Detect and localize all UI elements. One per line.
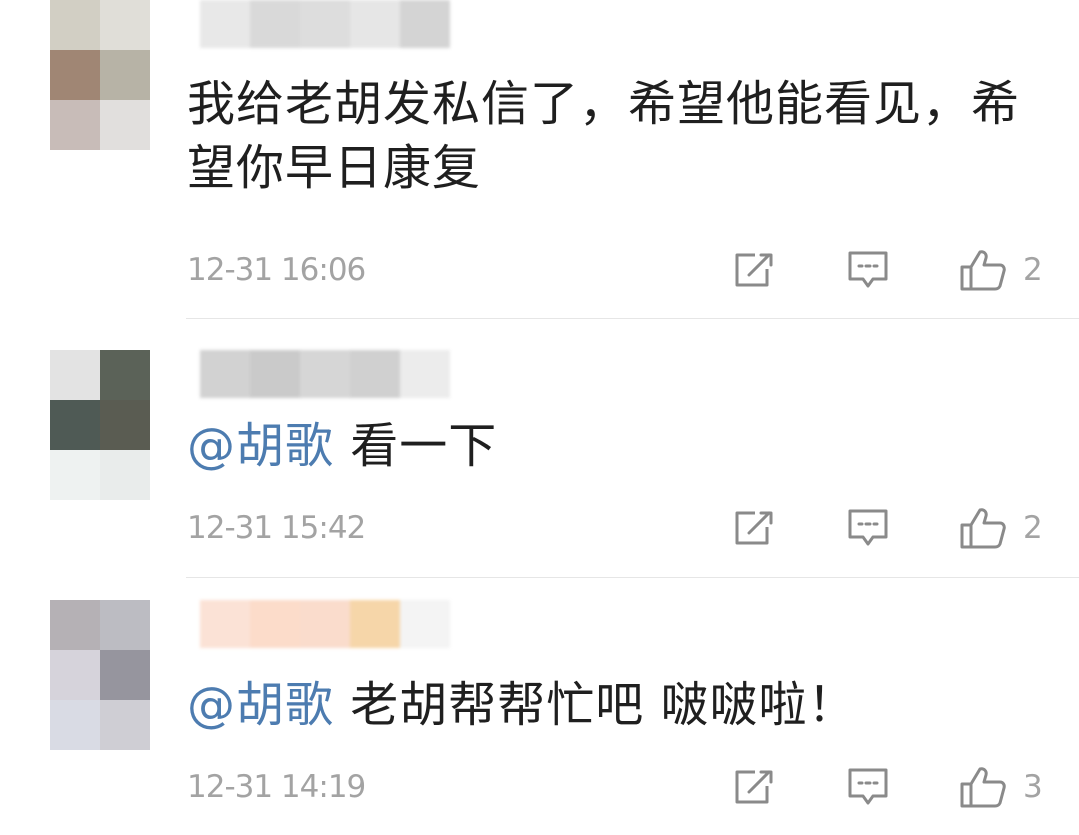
- comment-text: @胡歌 看一下: [187, 414, 1057, 478]
- comment-button[interactable]: [847, 508, 889, 548]
- comment-meta: 12-31 15:42 2: [187, 508, 1057, 549]
- avatar[interactable]: [50, 600, 150, 700]
- divider: [186, 318, 1079, 319]
- share-edit-icon: [735, 511, 773, 545]
- comment-button[interactable]: [847, 250, 889, 290]
- comment-meta: 12-31 14:19 3: [187, 767, 1057, 808]
- avatar[interactable]: [50, 0, 150, 100]
- share-edit-icon: [735, 253, 773, 287]
- comment-text: 我给老胡发私信了，希望他能看见，希望你早日康复: [187, 72, 1057, 200]
- comment-meta: 12-31 16:06 2: [187, 250, 1057, 291]
- username-blurred[interactable]: [200, 600, 450, 648]
- share-edit-icon: [735, 770, 773, 804]
- comment-bubble-icon: [848, 251, 888, 288]
- thumbs-up-icon: [960, 250, 1006, 291]
- avatar-mid: [50, 400, 100, 450]
- like-count: 2: [1023, 252, 1043, 288]
- thumbs-up-icon: [960, 767, 1006, 808]
- comment-body: 我给老胡发私信了，希望他能看见，希望你早日康复: [187, 76, 1021, 196]
- comment-body: 看一下: [334, 418, 498, 474]
- share-button[interactable]: [733, 767, 775, 807]
- avatar-lower: [50, 700, 150, 750]
- avatar-lower: [50, 100, 150, 150]
- username-blurred[interactable]: [200, 350, 450, 398]
- mention-link[interactable]: @胡歌: [187, 677, 334, 733]
- comment-button[interactable]: [847, 767, 889, 807]
- timestamp: 12-31 14:19: [187, 769, 366, 805]
- thumbs-up-icon: [960, 508, 1006, 549]
- like-count: 3: [1023, 769, 1043, 805]
- comment-text: @胡歌 老胡帮帮忙吧 啵啵啦！: [187, 673, 1057, 737]
- share-button[interactable]: [733, 250, 775, 290]
- like-button[interactable]: 3: [959, 767, 1043, 808]
- like-button[interactable]: 2: [959, 508, 1043, 549]
- comment-bubble-icon: [848, 509, 888, 546]
- timestamp: 12-31 16:06: [187, 252, 366, 288]
- comment-bubble-icon: [848, 768, 888, 805]
- username-blurred[interactable]: [200, 0, 450, 48]
- like-count: 2: [1023, 510, 1043, 546]
- like-button[interactable]: 2: [959, 250, 1043, 291]
- comment-body: 老胡帮帮忙吧 啵啵啦！: [334, 677, 857, 733]
- share-button[interactable]: [733, 508, 775, 548]
- divider: [186, 577, 1079, 578]
- timestamp: 12-31 15:42: [187, 510, 366, 546]
- mention-link[interactable]: @胡歌: [187, 418, 334, 474]
